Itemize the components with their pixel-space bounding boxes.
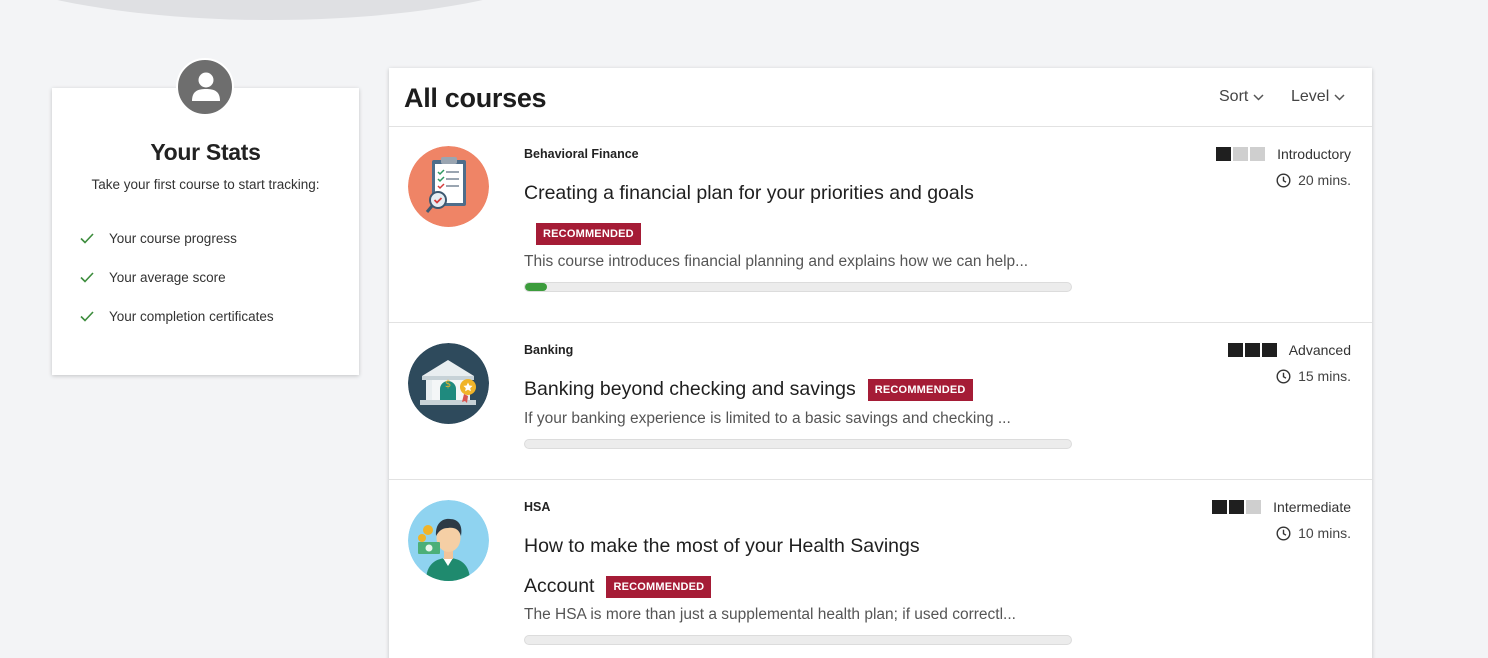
course-progress-bar: [524, 439, 1072, 449]
check-icon: [80, 311, 96, 322]
course-progress-fill: [525, 283, 547, 291]
course-title-text: Banking beyond checking and savings: [524, 378, 856, 400]
course-title[interactable]: Banking beyond checking and savings RECOM…: [524, 369, 974, 409]
duration-text: 15 mins.: [1298, 368, 1351, 384]
level-bar: [1246, 500, 1262, 514]
stats-item: Your completion certificates: [80, 297, 274, 336]
financial-plan-clipboard-icon: [408, 146, 489, 227]
clock-icon: [1276, 525, 1291, 541]
course-category: Banking: [524, 343, 574, 357]
recommended-badge: RECOMMENDED: [536, 223, 641, 245]
user-icon: [192, 72, 220, 101]
sort-label: Sort: [1219, 88, 1249, 105]
recommended-badge: RECOMMENDED: [606, 576, 712, 598]
course-description: This course introduces financial plannin…: [524, 253, 1029, 270]
level-bar: [1216, 147, 1232, 161]
level-text: Intermediate: [1273, 499, 1351, 515]
duration-text: 20 mins.: [1298, 172, 1351, 188]
level-label: Level: [1291, 88, 1330, 105]
stats-item-label: Your average score: [109, 270, 226, 285]
course-category: Behavioral Finance: [524, 147, 639, 161]
duration-text: 10 mins.: [1298, 525, 1351, 541]
course-description: If your banking experience is limited to…: [524, 410, 1011, 427]
course-title-text: How to make the most of your Health Savi…: [524, 535, 920, 597]
courses-header: All courses Sort Level: [389, 68, 1372, 127]
check-icon: [80, 272, 96, 283]
user-avatar: [176, 58, 234, 116]
course-title[interactable]: How to make the most of your Health Savi…: [524, 526, 974, 606]
stats-item-label: Your course progress: [109, 231, 237, 246]
course-level: Intermediate: [1212, 499, 1351, 515]
course-category: HSA: [524, 500, 551, 514]
level-bar: [1229, 500, 1245, 514]
clock-icon: [1276, 172, 1291, 188]
level-indicator: [1216, 147, 1266, 161]
course-title-text: Creating a financial plan for your prior…: [524, 182, 974, 204]
stats-list: Your course progress Your average score …: [80, 219, 274, 336]
courses-title: All courses: [404, 83, 547, 113]
level-bar: [1261, 343, 1277, 357]
level-text: Advanced: [1288, 342, 1351, 358]
level-dropdown[interactable]: Level: [1291, 88, 1345, 106]
course-card[interactable]: $ Banking Banking beyond checking and sa…: [389, 323, 1372, 480]
level-bar: [1212, 500, 1228, 514]
course-card[interactable]: Behavioral Finance Creating a financial …: [389, 127, 1372, 323]
check-icon: [80, 233, 96, 244]
sort-dropdown[interactable]: Sort: [1219, 88, 1264, 106]
clock-icon: [1276, 368, 1291, 384]
svg-text:$: $: [445, 379, 451, 390]
level-bar: [1250, 147, 1266, 161]
level-bar: [1233, 147, 1249, 161]
stats-title: Your Stats: [150, 139, 261, 165]
header-arc-decoration: [0, 0, 600, 20]
bank-building-icon: $: [408, 343, 489, 424]
stats-item-label: Your completion certificates: [109, 309, 274, 324]
chevron-down-icon: [1334, 93, 1345, 101]
course-duration: 20 mins.: [1276, 172, 1351, 188]
level-bar: [1244, 343, 1260, 357]
course-description: The HSA is more than just a supplemental…: [524, 606, 1016, 623]
stats-card: Your Stats Take your first course to sta…: [52, 58, 359, 375]
course-card[interactable]: HSA How to make the most of your Health …: [389, 480, 1372, 658]
level-indicator: [1212, 500, 1262, 514]
course-level: Advanced: [1227, 342, 1351, 358]
course-duration: 10 mins.: [1276, 525, 1351, 541]
course-progress-bar: [524, 282, 1072, 292]
level-text: Introductory: [1277, 146, 1351, 162]
stats-subtitle: Take your first course to start tracking…: [91, 177, 320, 192]
level-indicator: [1227, 343, 1277, 357]
course-level: Introductory: [1216, 146, 1351, 162]
course-duration: 15 mins.: [1276, 368, 1351, 384]
stats-item: Your course progress: [80, 219, 274, 258]
level-bar: [1227, 343, 1243, 357]
recommended-badge: RECOMMENDED: [867, 379, 973, 401]
stats-item: Your average score: [80, 258, 274, 297]
course-progress-bar: [524, 635, 1072, 645]
course-title[interactable]: Creating a financial plan for your prior…: [524, 173, 974, 253]
health-savings-person-icon: [408, 500, 489, 581]
chevron-down-icon: [1253, 93, 1264, 101]
courses-panel: All courses Sort Level Behavioral Financ…: [389, 68, 1372, 658]
